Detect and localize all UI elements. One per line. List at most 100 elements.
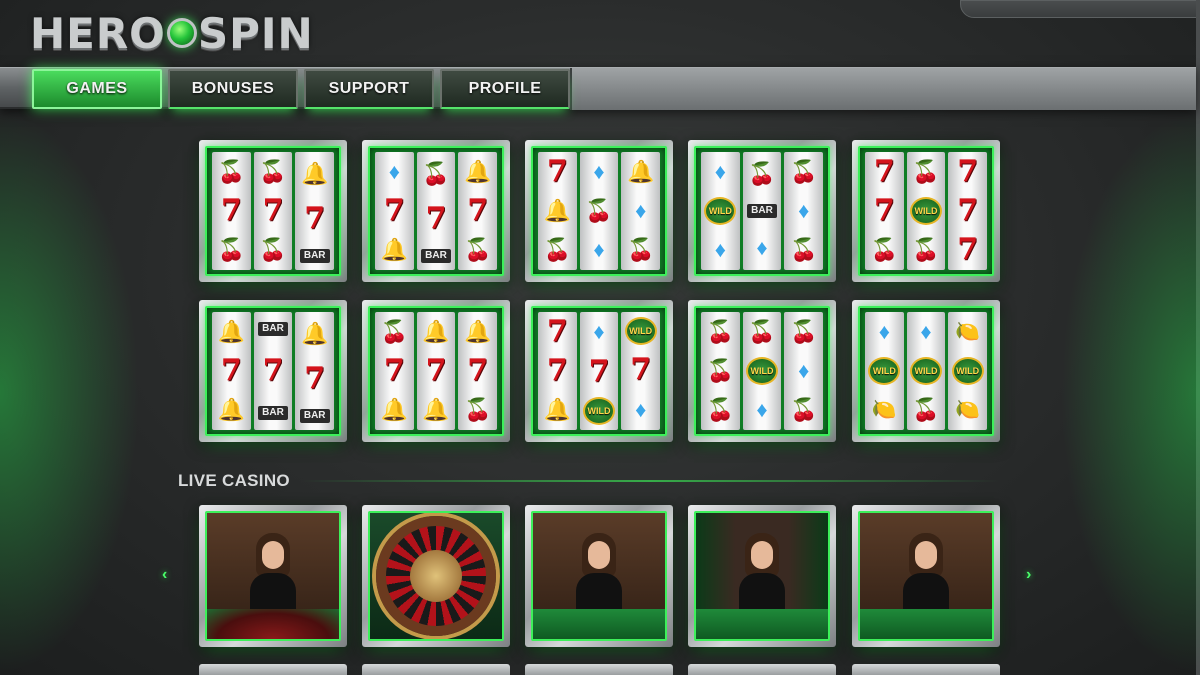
slot-reel: 🔔 7 🔔 bbox=[212, 312, 251, 430]
live-table-card[interactable] bbox=[525, 505, 673, 647]
slot-game-card[interactable]: 7 7 🍒 🍒 WILD 🍒 7 7 7 bbox=[852, 140, 1000, 282]
slot-game-card[interactable]: 🔔 7 🔔 BAR 7 BAR 🔔 7 BAR bbox=[199, 300, 347, 442]
live-table-card[interactable] bbox=[852, 505, 1000, 647]
dealer-face bbox=[915, 541, 937, 569]
cherry-icon: 🍒 bbox=[748, 161, 776, 187]
bell-icon: 🔔 bbox=[543, 197, 572, 223]
slot-reel: ♦ 🍒 ♦ bbox=[579, 152, 619, 270]
bell-icon: 🔔 bbox=[217, 318, 246, 344]
cherry-icon: 🍒 bbox=[706, 397, 735, 423]
live-table-card[interactable] bbox=[688, 505, 836, 647]
slot-reels: 🍒 7 🍒 🍒 7 🍒 🔔 7 BAR bbox=[205, 146, 341, 276]
wild-icon: WILD bbox=[910, 357, 942, 385]
slot-reels: ♦ WILD ♦ 🍒 BAR ♦ 🍒 ♦ 🍒 bbox=[694, 146, 830, 276]
cherry-icon: 🍒 bbox=[706, 357, 735, 383]
tab-bonuses[interactable]: BONUSES bbox=[168, 69, 298, 109]
diamond-icon: ♦ bbox=[593, 319, 605, 344]
diamond-icon: ♦ bbox=[878, 319, 890, 344]
bar-icon: BAR bbox=[258, 322, 288, 336]
next-row-card[interactable] bbox=[852, 664, 1000, 675]
seven-icon: 7 bbox=[304, 200, 326, 236]
slot-game-card[interactable]: 🍒 7 🔔 🔔 7 🔔 🔔 7 🍒 bbox=[362, 300, 510, 442]
slot-game-card[interactable]: 7 7 🔔 ♦ 7 WILD WILD 7 ♦ bbox=[525, 300, 673, 442]
cherry-icon: 🍒 bbox=[789, 237, 818, 263]
seven-icon: 7 bbox=[873, 153, 895, 189]
cherry-icon: 🍒 bbox=[626, 237, 655, 263]
next-row-card[interactable] bbox=[199, 664, 347, 675]
seven-icon: 7 bbox=[262, 192, 284, 228]
dealer-face bbox=[262, 541, 284, 569]
slot-reel: 🍒 ♦ 🍒 bbox=[784, 312, 824, 430]
live-table-thumbnail bbox=[205, 511, 341, 641]
scrollbar[interactable] bbox=[1196, 0, 1200, 675]
bell-icon: 🔔 bbox=[300, 161, 329, 187]
lemon-icon: 🍋 bbox=[955, 399, 981, 421]
tab-games[interactable]: GAMES bbox=[32, 69, 162, 109]
slot-reel: 7 7 🍒 bbox=[865, 152, 904, 270]
next-row-card[interactable] bbox=[688, 664, 836, 675]
carousel-next-icon[interactable]: › bbox=[1026, 566, 1031, 584]
herospin-logo[interactable]: HERO SPIN bbox=[30, 8, 314, 58]
slot-game-card[interactable]: 🍒 7 🍒 🍒 7 🍒 🔔 7 BAR bbox=[199, 140, 347, 282]
slot-reel: 🔔 7 🔔 bbox=[416, 312, 456, 430]
slot-reel: 🔔 7 BAR bbox=[295, 152, 335, 270]
live-table-card[interactable] bbox=[199, 505, 347, 647]
seven-icon: 7 bbox=[957, 192, 979, 228]
table-felt bbox=[533, 609, 665, 639]
bell-icon: 🔔 bbox=[626, 158, 655, 184]
slot-reel: 🍒 WILD ♦ bbox=[742, 312, 782, 430]
slot-reel: 🍒 🍒 🍒 bbox=[701, 312, 740, 430]
nav-bar-filler bbox=[570, 68, 1196, 110]
slot-reels: 🍒 7 🔔 🔔 7 🔔 🔔 7 🍒 bbox=[368, 306, 504, 436]
bell-icon: 🔔 bbox=[217, 397, 246, 423]
roulette-wheel-icon bbox=[376, 516, 496, 636]
bar-icon: BAR bbox=[299, 248, 330, 263]
diamond-icon: ♦ bbox=[798, 197, 810, 223]
cherry-icon: 🍒 bbox=[912, 159, 940, 184]
slot-reel: ♦ WILD 🍒 bbox=[906, 312, 946, 430]
slot-reel: BAR 7 BAR bbox=[253, 312, 293, 430]
slot-game-card[interactable]: ♦ 7 🔔 🍒 7 BAR 🔔 7 🍒 bbox=[362, 140, 510, 282]
cherry-icon: 🍒 bbox=[463, 237, 492, 263]
slot-reel: 🍒 7 🔔 bbox=[375, 312, 414, 430]
slot-reels: ♦ WILD 🍋 ♦ WILD 🍒 🍋 WILD 🍋 bbox=[858, 306, 994, 436]
slot-reel: ♦ 7 WILD bbox=[579, 312, 619, 430]
slot-reel: 7 7 🔔 bbox=[538, 312, 577, 430]
seven-icon: 7 bbox=[467, 192, 489, 228]
slot-reel: 🔔 ♦ 🍒 bbox=[621, 152, 661, 270]
seven-icon: 7 bbox=[383, 192, 405, 228]
main-nav: GAMES BONUSES SUPPORT PROFILE bbox=[0, 67, 1196, 110]
lemon-icon: 🍋 bbox=[955, 321, 981, 343]
tab-profile[interactable]: PROFILE bbox=[440, 69, 570, 109]
table-felt bbox=[696, 609, 828, 639]
bar-icon: BAR bbox=[258, 406, 288, 420]
seven-icon: 7 bbox=[588, 354, 610, 389]
tab-support[interactable]: SUPPORT bbox=[304, 69, 434, 109]
slot-reels: 🔔 7 🔔 BAR 7 BAR 🔔 7 BAR bbox=[205, 306, 341, 436]
seven-icon: 7 bbox=[383, 352, 405, 388]
next-row-card[interactable] bbox=[525, 664, 673, 675]
dealer-figure bbox=[899, 533, 953, 617]
slot-game-card[interactable]: ♦ WILD ♦ 🍒 BAR ♦ 🍒 ♦ 🍒 bbox=[688, 140, 836, 282]
seven-icon: 7 bbox=[467, 352, 489, 388]
live-table-card[interactable] bbox=[362, 505, 510, 647]
lemon-icon: 🍋 bbox=[871, 399, 897, 421]
cherry-icon: 🍒 bbox=[259, 158, 287, 184]
slot-reels: 7 🔔 🍒 ♦ 🍒 ♦ 🔔 ♦ 🍒 bbox=[531, 146, 667, 276]
slot-game-card[interactable]: 7 🔔 🍒 ♦ 🍒 ♦ 🔔 ♦ 🍒 bbox=[525, 140, 673, 282]
carousel-prev-icon[interactable]: ‹ bbox=[162, 566, 167, 584]
slot-reel: ♦ 7 🔔 bbox=[375, 152, 414, 270]
bell-icon: 🔔 bbox=[422, 318, 450, 344]
slot-reel: 🍋 WILD 🍋 bbox=[948, 312, 988, 430]
slot-reels: 7 7 🔔 ♦ 7 WILD WILD 7 ♦ bbox=[531, 306, 667, 436]
slot-game-card[interactable]: 🍒 🍒 🍒 🍒 WILD ♦ 🍒 ♦ 🍒 bbox=[688, 300, 836, 442]
slot-reels: 7 7 🍒 🍒 WILD 🍒 7 7 7 bbox=[858, 146, 994, 276]
slot-reel: 🍒 WILD 🍒 bbox=[906, 152, 946, 270]
diamond-icon: ♦ bbox=[635, 197, 647, 223]
diamond-icon: ♦ bbox=[635, 397, 647, 422]
bar-icon: BAR bbox=[747, 203, 777, 218]
dealer-face bbox=[751, 541, 773, 569]
seven-icon: 7 bbox=[873, 192, 895, 228]
next-row-card[interactable] bbox=[362, 664, 510, 675]
slot-game-card[interactable]: ♦ WILD 🍋 ♦ WILD 🍒 🍋 WILD 🍋 bbox=[852, 300, 1000, 442]
